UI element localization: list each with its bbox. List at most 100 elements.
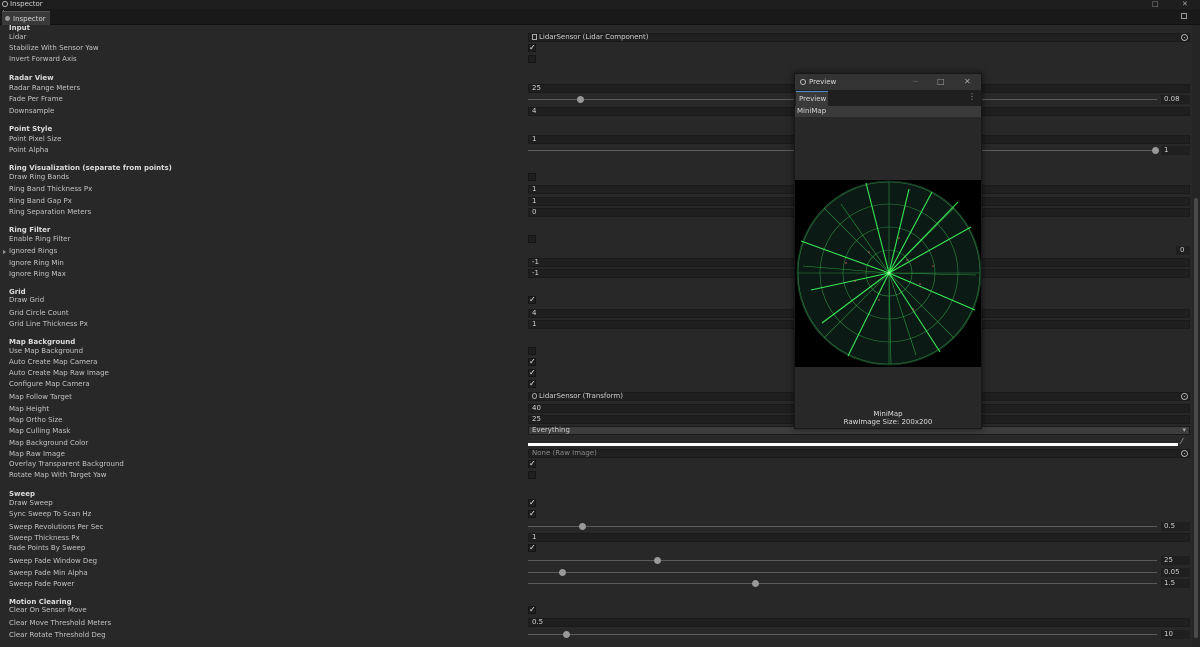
label-map-height: Map Height — [9, 405, 50, 413]
label-rot-threshold: Clear Rotate Threshold Deg — [9, 631, 106, 639]
radar-graphic — [795, 180, 982, 367]
rotate-checkbox[interactable] — [528, 471, 536, 479]
preview-window: Preview ─ □ ✕ Preview ⋮ MiniMap MiniMap … — [794, 73, 982, 429]
label-use-map: Use Map Background — [9, 347, 84, 355]
label-invert: Invert Forward Axis — [9, 55, 77, 63]
enable-filter-checkbox[interactable] — [528, 235, 536, 243]
label-map-raw: Auto Create Map Raw Image — [9, 369, 109, 377]
section-radar: Radar View — [9, 74, 54, 82]
label-lidar: Lidar — [9, 33, 27, 41]
section-point: Point Style — [9, 125, 53, 133]
object-picker-icon[interactable] — [1181, 34, 1188, 41]
draw-grid-checkbox[interactable] — [528, 295, 536, 304]
label-rotate: Rotate Map With Target Yaw — [9, 471, 107, 479]
label-ring-sep: Ring Separation Meters — [9, 208, 92, 216]
label-fade-window: Sweep Fade Window Deg — [9, 557, 98, 565]
tab-inspector[interactable]: Inspector — [2, 11, 50, 25]
label-draw-ring: Draw Ring Bands — [9, 173, 70, 181]
label-ring-thick: Ring Band Thickness Px — [9, 185, 93, 193]
slider-knob[interactable] — [654, 557, 661, 564]
fade-window-slider[interactable] — [528, 556, 1157, 565]
draw-sweep-checkbox[interactable] — [528, 498, 536, 507]
clear-move-checkbox[interactable] — [528, 605, 536, 614]
label-alpha: Point Alpha — [9, 146, 49, 154]
map-raw-checkbox[interactable] — [528, 368, 536, 377]
slider-knob[interactable] — [577, 96, 584, 103]
close-icon[interactable]: ✕ — [1182, 0, 1188, 9]
lock-icon[interactable] — [1181, 13, 1187, 19]
scrollbar-thumb[interactable] — [1194, 198, 1198, 638]
window-titlebar: Inspector □ ✕ — [0, 0, 1200, 9]
lidar-field-value: LidarSensor (Lidar Component) — [539, 33, 649, 41]
fade-points-checkbox[interactable] — [528, 543, 536, 552]
lidar-field[interactable]: LidarSensor (Lidar Component) — [528, 33, 1190, 42]
unity-icon — [800, 79, 806, 85]
sync-sweep-checkbox[interactable] — [528, 509, 536, 518]
fade-power-value[interactable]: 1.5 — [1161, 579, 1190, 588]
label-stabilize: Stabilize With Sensor Yaw — [9, 44, 99, 52]
label-grid-thick: Grid Line Thickness Px — [9, 320, 88, 328]
label-sweep-rev: Sweep Revolutions Per Sec — [9, 523, 104, 531]
label-clear-move: Clear On Sensor Move — [9, 606, 87, 614]
slider-knob[interactable] — [579, 523, 586, 530]
move-threshold-field[interactable]: 0.5 — [528, 618, 1190, 627]
rot-threshold-value[interactable]: 10 — [1161, 630, 1190, 639]
label-sweep-thick: Sweep Thickness Px — [9, 534, 80, 542]
label-ring-gap: Ring Band Gap Px — [9, 197, 72, 205]
slider-knob[interactable] — [559, 569, 566, 576]
object-picker-icon[interactable] — [1181, 393, 1188, 400]
label-grid-count: Grid Circle Count — [9, 309, 69, 317]
sweep-thick-field[interactable]: 1 — [528, 533, 1190, 542]
invert-checkbox[interactable] — [528, 55, 536, 63]
transform-icon — [532, 393, 537, 399]
slider-knob[interactable] — [563, 631, 570, 638]
scrollbar[interactable] — [1192, 25, 1200, 647]
raw-image-field[interactable]: None (Raw Image) — [528, 449, 1190, 458]
fade-window-value[interactable]: 25 — [1161, 556, 1190, 565]
min-alpha-value[interactable]: 0.05 — [1161, 568, 1190, 577]
minimize-icon[interactable]: ─ — [913, 74, 918, 90]
window-title: Inspector — [10, 0, 43, 8]
minimap-image — [795, 180, 982, 367]
tab-preview[interactable]: Preview — [796, 91, 828, 106]
eyedropper-icon[interactable]: ⁄ — [1181, 437, 1189, 446]
preview-titlebar[interactable]: Preview ─ □ ✕ — [795, 74, 981, 90]
component-icon — [532, 34, 537, 40]
tab-bar: Inspector ⋮ — [0, 9, 1200, 25]
rot-threshold-slider[interactable] — [528, 630, 1157, 639]
label-follow: Map Follow Target — [9, 393, 72, 401]
use-map-checkbox[interactable] — [528, 347, 536, 355]
overlay-checkbox[interactable] — [528, 459, 536, 468]
minimize-icon[interactable]: □ — [1152, 0, 1159, 9]
follow-field-value: LidarSensor (Transform) — [539, 392, 623, 400]
map-camera-checkbox[interactable] — [528, 357, 536, 366]
map-color-swatch[interactable] — [528, 443, 1178, 446]
maximize-icon[interactable]: □ — [937, 74, 945, 90]
fade-value[interactable]: 0.08 — [1161, 95, 1190, 104]
sweep-rev-value[interactable]: 0.5 — [1161, 522, 1190, 531]
preview-tab-bar: Preview ⋮ — [795, 90, 981, 106]
config-camera-checkbox[interactable] — [528, 379, 536, 388]
section-input: Input — [9, 24, 30, 32]
culling-value: Everything — [532, 426, 570, 434]
label-pixel: Point Pixel Size — [9, 135, 62, 143]
alpha-value[interactable]: 1 — [1161, 146, 1190, 155]
label-culling: Map Culling Mask — [9, 427, 71, 435]
more-menu-icon[interactable]: ⋮ — [968, 93, 976, 101]
min-alpha-slider[interactable] — [528, 568, 1157, 577]
slider-knob[interactable] — [752, 580, 759, 587]
ignored-rings-foldout[interactable]: Ignored Rings — [2, 247, 57, 256]
label-ring-max: Ignore Ring Max — [9, 270, 66, 278]
sweep-rev-slider[interactable] — [528, 522, 1157, 531]
fade-power-slider[interactable] — [528, 579, 1157, 588]
slider-knob[interactable] — [1152, 147, 1159, 154]
label-enable-filter: Enable Ring Filter — [9, 235, 71, 243]
section-map: Map Background — [9, 338, 76, 346]
object-picker-icon[interactable] — [1181, 450, 1188, 457]
label-range: Radar Range Meters — [9, 84, 81, 92]
preview-title: Preview — [809, 78, 837, 86]
close-icon[interactable]: ✕ — [964, 74, 971, 90]
stabilize-checkbox[interactable] — [528, 43, 536, 52]
ignored-rings-count[interactable]: 0 — [1176, 246, 1190, 255]
draw-ring-checkbox[interactable] — [528, 173, 536, 181]
